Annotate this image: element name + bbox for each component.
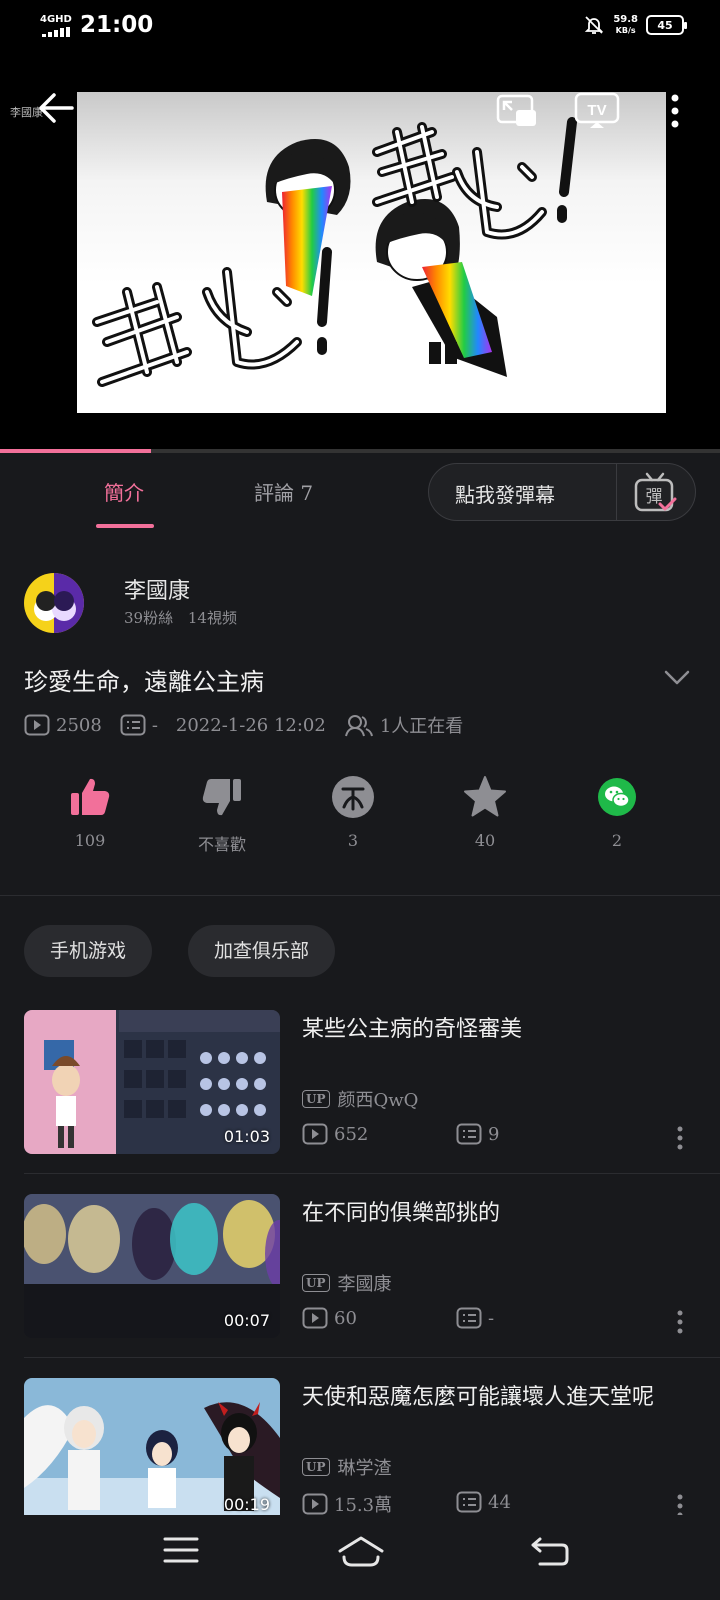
video-duration: 01:03 — [223, 1127, 270, 1146]
recommended-video[interactable]: 01:03 某些公主病的奇怪審美 UP 颜西QwQ 652 9 — [0, 1010, 720, 1160]
tag-chip[interactable]: 手机游戏 — [24, 925, 153, 977]
coin-count: 3 — [347, 831, 359, 850]
more-options-icon[interactable] — [676, 1310, 684, 1334]
tv-cast-icon[interactable]: TV — [574, 92, 620, 130]
video-frame[interactable] — [77, 92, 666, 413]
favorite-button[interactable]: 40 — [435, 775, 535, 850]
back-icon[interactable] — [530, 1535, 570, 1567]
danmaku-placeholder[interactable]: 點我發彈幕 — [455, 479, 555, 508]
author-video-count: 14視频 — [187, 609, 237, 627]
recommended-video[interactable]: 00:07 在不同的俱樂部挑的 UP 李國康 60 - — [0, 1194, 720, 1344]
rec-view-count: 15.3萬 — [302, 1491, 392, 1517]
favorite-count: 40 — [474, 831, 496, 850]
rec-danmaku-count: 44 — [456, 1491, 511, 1513]
video-thumbnail[interactable]: 00:19 — [24, 1378, 280, 1522]
rec-view-count: 652 — [302, 1123, 368, 1145]
list-divider — [24, 1357, 720, 1358]
danmaku-toggle-icon[interactable]: 彈 — [633, 472, 679, 514]
more-options-icon[interactable] — [670, 94, 680, 128]
author-avatar[interactable] — [24, 573, 84, 633]
rec-danmaku-count: 9 — [456, 1123, 499, 1145]
send-danmaku-box[interactable]: 點我發彈幕 彈 — [428, 463, 696, 521]
video-title: 珍愛生命，遠離公主病 — [24, 668, 264, 696]
signal-icon — [42, 27, 72, 37]
svg-text:TV: TV — [587, 102, 606, 119]
content-tabs: 簡介 評論 7 點我發彈幕 彈 — [0, 453, 720, 533]
star-icon — [464, 776, 506, 817]
like-button[interactable]: 109 — [40, 775, 140, 850]
chevron-down-icon[interactable] — [664, 670, 690, 686]
view-count: 2508 — [24, 714, 102, 736]
tag-chip[interactable]: 加查俱乐部 — [188, 925, 336, 977]
mute-bell-icon — [585, 16, 604, 34]
menu-icon[interactable] — [162, 1535, 200, 1565]
play-count-icon — [302, 1493, 328, 1515]
coin-icon — [332, 776, 374, 818]
up-badge-icon: UP — [302, 1458, 330, 1476]
danmaku-list-icon — [456, 1123, 482, 1145]
battery-icon: 45 — [646, 15, 687, 35]
video-duration: 00:07 — [223, 1311, 270, 1330]
up-badge-icon: UP — [302, 1274, 330, 1292]
system-navigation-bar — [0, 1515, 720, 1600]
author-followers: 39粉絲 — [124, 609, 174, 627]
video-artwork — [92, 117, 577, 387]
like-count: 109 — [74, 831, 106, 850]
tab-comments[interactable]: 評論 7 — [254, 477, 313, 506]
wechat-icon — [598, 778, 636, 816]
back-arrow-icon[interactable] — [38, 92, 74, 124]
clock: 21:00 — [80, 12, 154, 38]
more-options-icon[interactable] — [676, 1126, 684, 1150]
network-type: 4GHD — [40, 14, 72, 25]
share-count: 2 — [611, 831, 623, 850]
picture-in-picture-icon[interactable] — [496, 94, 538, 128]
thumbs-down-icon — [202, 779, 241, 816]
section-divider — [0, 895, 720, 896]
danmaku-list-icon — [456, 1491, 482, 1513]
watching-now: 1人正在看 — [344, 712, 463, 738]
dislike-label: 不喜歡 — [197, 835, 246, 854]
play-count-icon — [24, 714, 50, 736]
publish-date: 2022-1-26 12:02 — [175, 714, 326, 736]
status-bar: 4GHD 21:00 59.8 KB/s 45 — [0, 0, 720, 56]
uploader[interactable]: UP 琳学渣 — [302, 1454, 392, 1480]
rec-danmaku-count: - — [456, 1307, 494, 1329]
danmaku-list-icon — [456, 1307, 482, 1329]
author-stats: 39粉絲 14視频 — [124, 607, 237, 628]
video-player[interactable]: 李國康 TV — [0, 56, 720, 450]
recommended-title[interactable]: 在不同的俱樂部挑的 — [302, 1196, 702, 1232]
play-count-icon — [302, 1307, 328, 1329]
author-name[interactable]: 李國康 — [124, 573, 190, 605]
coin-button[interactable]: 3 — [303, 775, 403, 850]
viewers-icon — [344, 715, 373, 737]
play-count-icon — [302, 1123, 328, 1145]
recommended-title[interactable]: 天使和惡魔怎麼可能讓壞人進天堂呢 — [302, 1380, 702, 1416]
uploader[interactable]: UP 颜西QwQ — [302, 1086, 418, 1112]
danmaku-divider — [616, 464, 617, 520]
rec-view-count: 60 — [302, 1307, 357, 1329]
uploader[interactable]: UP 李國康 — [302, 1270, 392, 1296]
up-badge-icon: UP — [302, 1090, 330, 1108]
danmaku-count: - — [120, 714, 158, 736]
tab-active-indicator — [96, 524, 154, 528]
tab-intro[interactable]: 簡介 — [104, 477, 144, 506]
recommended-title[interactable]: 某些公主病的奇怪審美 — [302, 1012, 702, 1048]
video-duration: 00:19 — [223, 1495, 270, 1514]
dislike-button[interactable]: 不喜歡 — [172, 775, 272, 855]
share-button[interactable]: 2 — [567, 775, 667, 850]
video-thumbnail[interactable]: 00:07 — [24, 1194, 280, 1338]
video-meta-row: 2508 - 2022-1-26 12:02 1人正在看 — [24, 712, 481, 738]
action-bar: 109 不喜歡 3 40 2 — [0, 775, 720, 855]
home-icon[interactable] — [336, 1535, 386, 1567]
danmaku-list-icon — [120, 714, 146, 736]
video-thumbnail[interactable]: 01:03 — [24, 1010, 280, 1154]
network-speed: 59.8 KB/s — [613, 14, 638, 35]
thumbs-up-icon — [71, 778, 110, 815]
recommended-video[interactable]: 00:19 天使和惡魔怎麼可能讓壞人進天堂呢 UP 琳学渣 15.3萬 44 — [0, 1378, 720, 1528]
list-divider — [24, 1173, 720, 1174]
